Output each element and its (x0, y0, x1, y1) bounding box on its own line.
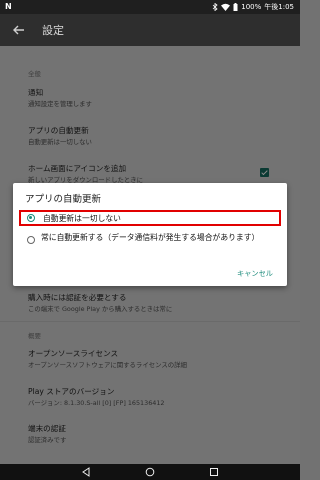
setting-subtitle: この端末で Google Play から購入するときは常に (28, 305, 173, 313)
setting-subtitle: 認証済みです (28, 436, 67, 444)
status-bar: N 100% 午後1:05 (0, 0, 300, 14)
battery-icon (233, 3, 238, 11)
option-always-update[interactable]: 常に自動更新する（データ通信料が発生する場合があります） (19, 232, 281, 256)
system-nav-bar (0, 464, 300, 480)
battery-percent: 100% (241, 3, 262, 11)
home-icon-checkbox[interactable] (260, 168, 269, 177)
bluetooth-icon (212, 3, 218, 11)
option-never-update[interactable]: 自動更新は一切しない (19, 210, 281, 226)
nav-back-icon[interactable] (81, 467, 91, 477)
clock: 午後1:05 (264, 3, 294, 11)
setting-subtitle: オープンソースソフトウェアに関するライセンスの詳細 (28, 361, 187, 369)
nav-recents-icon[interactable] (209, 467, 219, 477)
setting-title: オープンソースライセンス (28, 349, 119, 358)
section-header-general: 全般 (28, 70, 41, 78)
setting-title: Play ストアのバージョン (28, 387, 115, 396)
setting-title: ホーム画面にアイコンを追加 (28, 164, 127, 173)
page-title: 設定 (42, 24, 64, 37)
option-label: 常に自動更新する（データ通信料が発生する場合があります） (41, 233, 260, 242)
back-arrow-icon[interactable] (11, 22, 27, 38)
wifi-icon (221, 3, 231, 11)
setting-subtitle: バージョン: 8.1.30.S-all [0] [FP] 165136412 (28, 399, 165, 407)
section-header-about: 概要 (28, 332, 41, 340)
setting-subtitle: 通知設定を管理します (28, 100, 92, 108)
option-label: 自動更新は一切しない (43, 214, 121, 223)
radio-selected-icon[interactable] (27, 214, 35, 222)
setting-title: アプリの自動更新 (28, 126, 89, 135)
setting-subtitle: 自動更新は一切しない (28, 138, 92, 146)
cancel-button[interactable]: キャンセル (235, 267, 275, 281)
setting-title: 通知 (28, 88, 44, 97)
dialog-title: アプリの自動更新 (25, 194, 102, 205)
setting-title: 端末の認証 (28, 424, 66, 433)
setting-title: 購入時には認証を必要とする (28, 293, 127, 302)
auto-update-dialog: アプリの自動更新 自動更新は一切しない 常に自動更新する（データ通信料が発生する… (13, 183, 287, 286)
radio-unselected-icon[interactable] (27, 236, 35, 244)
nav-home-icon[interactable] (145, 467, 155, 477)
divider (0, 321, 300, 322)
app-toolbar: 設定 (0, 14, 300, 46)
carrier-icon: N (5, 2, 12, 11)
